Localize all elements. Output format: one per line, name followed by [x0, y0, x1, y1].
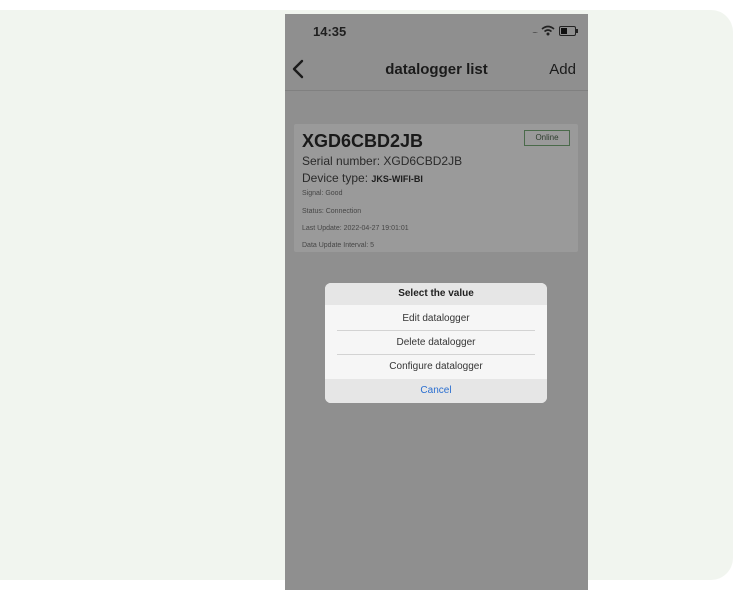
status-badge: Online	[524, 130, 570, 146]
configure-datalogger-option[interactable]: Configure datalogger	[325, 355, 547, 379]
navigation-bar: datalogger list Add	[285, 50, 588, 90]
add-button[interactable]: Add	[549, 61, 576, 78]
action-sheet-dialog: Select the value Edit datalogger Delete …	[325, 283, 547, 403]
status-icons: ....	[532, 25, 578, 36]
wifi-icon	[541, 25, 555, 36]
datalogger-name: XGD6CBD2JB	[302, 131, 424, 151]
last-update-line: Last Update: 2022-04-27 19:01:01	[302, 225, 409, 232]
serial-value: XGD6CBD2JB	[383, 154, 463, 168]
status-bar: 14:35 ....	[285, 14, 588, 50]
device-type-label: Device type:	[302, 171, 372, 185]
page-title: datalogger list	[385, 61, 488, 78]
edit-datalogger-option[interactable]: Edit datalogger	[325, 307, 547, 331]
cancel-button[interactable]: Cancel	[325, 379, 547, 403]
serial-label: Serial number:	[302, 154, 384, 168]
device-type-line: Device type: JKS-WIFI-BI	[302, 171, 423, 185]
battery-icon	[559, 25, 578, 36]
datalogger-card[interactable]: XGD6CBD2JB Online Serial number: XGD6CBD…	[294, 124, 578, 252]
signal-dots: ....	[532, 26, 538, 35]
connection-status-line: Status: Connection	[302, 208, 362, 215]
delete-datalogger-option[interactable]: Delete datalogger	[325, 331, 547, 355]
update-interval-line: Data Update Interval: 5	[302, 242, 374, 249]
signal-line: Signal: Good	[302, 190, 343, 197]
device-type-value: JKS-WIFI-BI	[371, 174, 423, 184]
screenshot-canvas: 14:35 .... datalogger list Add XGD6CBD2J…	[0, 0, 733, 590]
status-time: 14:35	[313, 24, 347, 39]
dialog-title: Select the value	[325, 283, 547, 305]
serial-number-line: Serial number: XGD6CBD2JB	[302, 154, 462, 168]
nav-divider	[285, 90, 588, 91]
phone-screen: 14:35 .... datalogger list Add XGD6CBD2J…	[285, 14, 588, 590]
